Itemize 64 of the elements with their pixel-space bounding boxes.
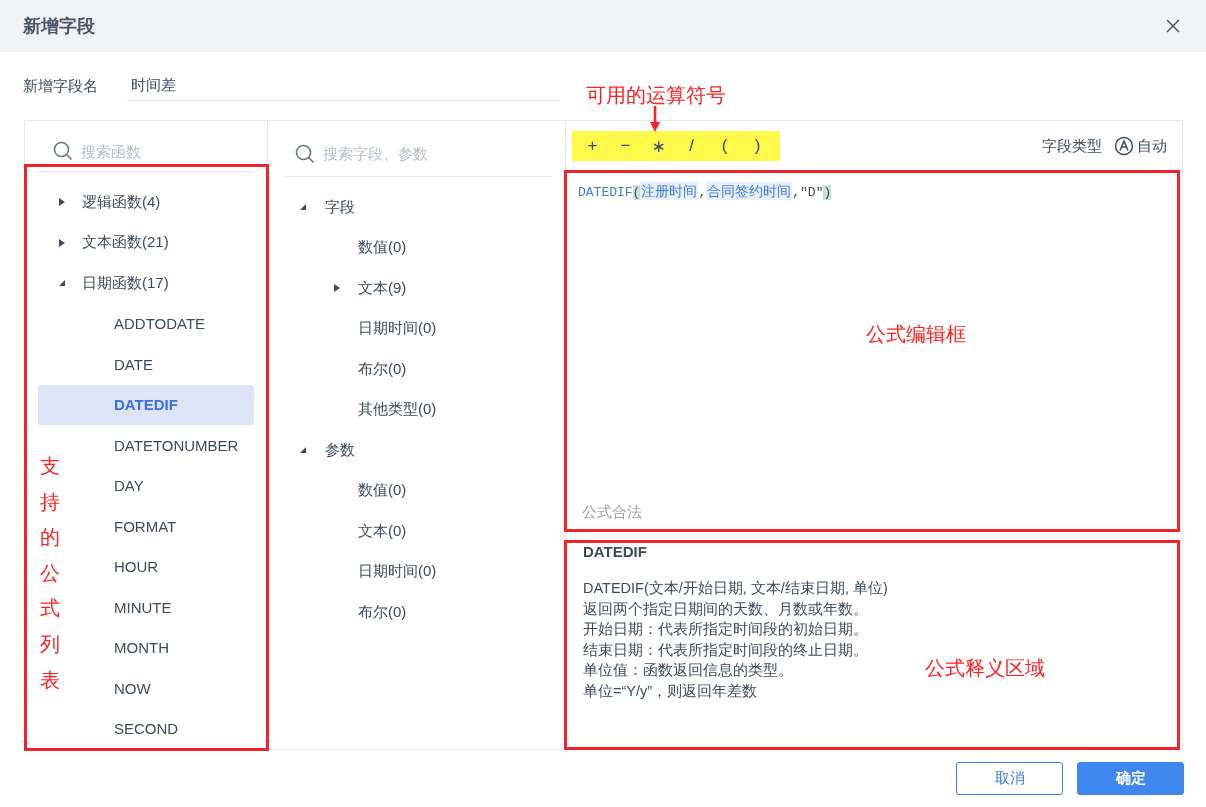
function-group-item[interactable]: 逻辑函数(4): [38, 182, 254, 223]
operator-button[interactable]: (: [708, 136, 741, 156]
collapsed-triangle-icon: [58, 198, 66, 207]
arrow-icon: [650, 106, 660, 132]
function-item[interactable]: FORMAT: [114, 506, 254, 547]
field-category-item[interactable]: 布尔(0): [285, 349, 552, 390]
circled-a-icon: [1114, 136, 1134, 156]
formula-text[interactable]: DATEDIF(注册时间,合同签约时间,"D"): [578, 183, 832, 201]
operator-button[interactable]: ): [741, 136, 774, 156]
description-text: 返回两个指定日期间的天数、月数或年数。: [583, 599, 868, 619]
expanded-triangle-icon: [58, 279, 66, 288]
field-category-item[interactable]: 其他类型(0): [285, 389, 552, 430]
name-input-field[interactable]: 时间差: [127, 71, 560, 101]
field-category-item[interactable]: 布尔(0): [285, 592, 552, 633]
field-type-label: 字段类型: [1042, 136, 1102, 156]
field-category-item[interactable]: 数值(0): [285, 470, 552, 511]
collapsed-triangle-icon: [58, 238, 66, 247]
dialog-title: 新增字段: [23, 15, 95, 38]
operator-button[interactable]: +: [576, 136, 609, 156]
search-input-field[interactable]: 搜索字段、参数: [321, 144, 471, 163]
formula-status: 公式合法: [581, 503, 643, 522]
function-item[interactable]: HOUR: [114, 546, 254, 587]
annotation-text: 可用的运算符号: [586, 83, 726, 108]
description-text: DATEDIF(文本/开始日期, 文本/结束日期, 单位): [583, 579, 888, 598]
field-category-item[interactable]: 日期时间(0): [285, 551, 552, 592]
function-item[interactable]: MONTH: [114, 627, 254, 668]
annotation-text: 公式释义区域: [925, 656, 1045, 681]
function-item[interactable]: MINUTE: [114, 587, 254, 628]
annotation-text: 公式编辑框: [866, 322, 966, 347]
function-item[interactable]: NOW: [114, 668, 254, 709]
field-category-item[interactable]: 数值(0): [285, 227, 552, 268]
function-item[interactable]: DAY: [114, 465, 254, 506]
field-group-item[interactable]: 字段: [285, 187, 552, 228]
function-group-item[interactable]: 日期函数(17): [38, 263, 254, 304]
function-item[interactable]: DATEDIF: [38, 384, 254, 425]
description-text: 开始日期：代表所指定时间段的初始日期。: [583, 620, 868, 639]
field-label: 新增字段名: [23, 76, 99, 96]
field-category-item[interactable]: 文本(0): [285, 511, 552, 552]
field-type-selector[interactable]: 自动: [1114, 136, 1167, 156]
function-group-item[interactable]: 文本函数(21): [38, 222, 254, 263]
description-text: 单位值：函数返回信息的类型。: [583, 661, 793, 680]
description-text: 单位=“Y/y”，则返回年差数: [583, 681, 758, 701]
function-item[interactable]: ADDTODATE: [114, 303, 254, 344]
field-group-item[interactable]: 参数: [285, 430, 552, 471]
description-text: 结束日期：代表所指定时间段的终止日期。: [583, 640, 868, 660]
field-category-item[interactable]: 日期时间(0): [285, 308, 552, 349]
operator-button[interactable]: ∗: [642, 135, 675, 157]
annotation-text: 支持的公式列表: [40, 454, 60, 693]
operator-button[interactable]: /: [675, 136, 708, 156]
expanded-triangle-icon: [299, 446, 307, 455]
operator-button[interactable]: −: [609, 136, 642, 156]
search-icon: [295, 143, 315, 164]
function-item[interactable]: DATETONUMBER: [114, 425, 254, 466]
search-icon: [53, 141, 73, 161]
function-item[interactable]: DATE: [114, 344, 254, 385]
expanded-triangle-icon: [299, 203, 307, 212]
cancel-button[interactable]: 取消: [956, 762, 1063, 795]
function-item[interactable]: SECOND: [114, 708, 254, 749]
confirm-button[interactable]: 确定: [1077, 762, 1184, 795]
collapsed-triangle-icon: [333, 284, 341, 293]
search-input-field[interactable]: 搜索函数: [79, 141, 229, 161]
close-icon[interactable]: [1165, 18, 1181, 34]
field-category-item[interactable]: 文本(9): [285, 268, 552, 309]
description-title: DATEDIF: [583, 543, 648, 560]
